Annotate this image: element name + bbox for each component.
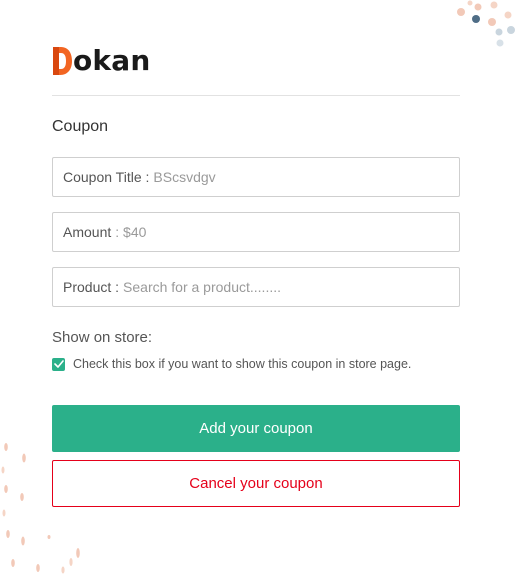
product-placeholder: Search for a product........ (123, 279, 281, 295)
amount-field[interactable]: Amount : $40 (52, 212, 460, 252)
checkbox-label: Check this box if you want to show this … (73, 357, 412, 371)
coupon-title-value: BScsvdgv (153, 169, 216, 185)
dokan-logo: okan (51, 44, 151, 78)
amount-value: : $40 (115, 224, 147, 240)
product-search-field[interactable]: Product : Search for a product........ (52, 267, 460, 307)
cancel-coupon-button[interactable]: Cancel your coupon (52, 460, 460, 507)
show-on-store-row: Check this box if you want to show this … (52, 357, 411, 371)
brand-name: okan (73, 44, 151, 77)
logo-d-mark (53, 47, 72, 75)
form-title: Coupon (52, 118, 109, 135)
coupon-title-field[interactable]: Coupon Title : BScsvdgv (52, 157, 460, 197)
header-divider (52, 95, 460, 96)
product-label: Product : (63, 279, 120, 295)
show-on-store-checkbox[interactable] (52, 357, 65, 371)
add-coupon-button[interactable]: Add your coupon (52, 405, 460, 452)
amount-label: Amount (63, 224, 112, 240)
coupon-title-label: Coupon Title : (63, 169, 150, 185)
show-on-store-label: Show on store: (52, 329, 153, 346)
checkmark-icon (53, 360, 64, 368)
